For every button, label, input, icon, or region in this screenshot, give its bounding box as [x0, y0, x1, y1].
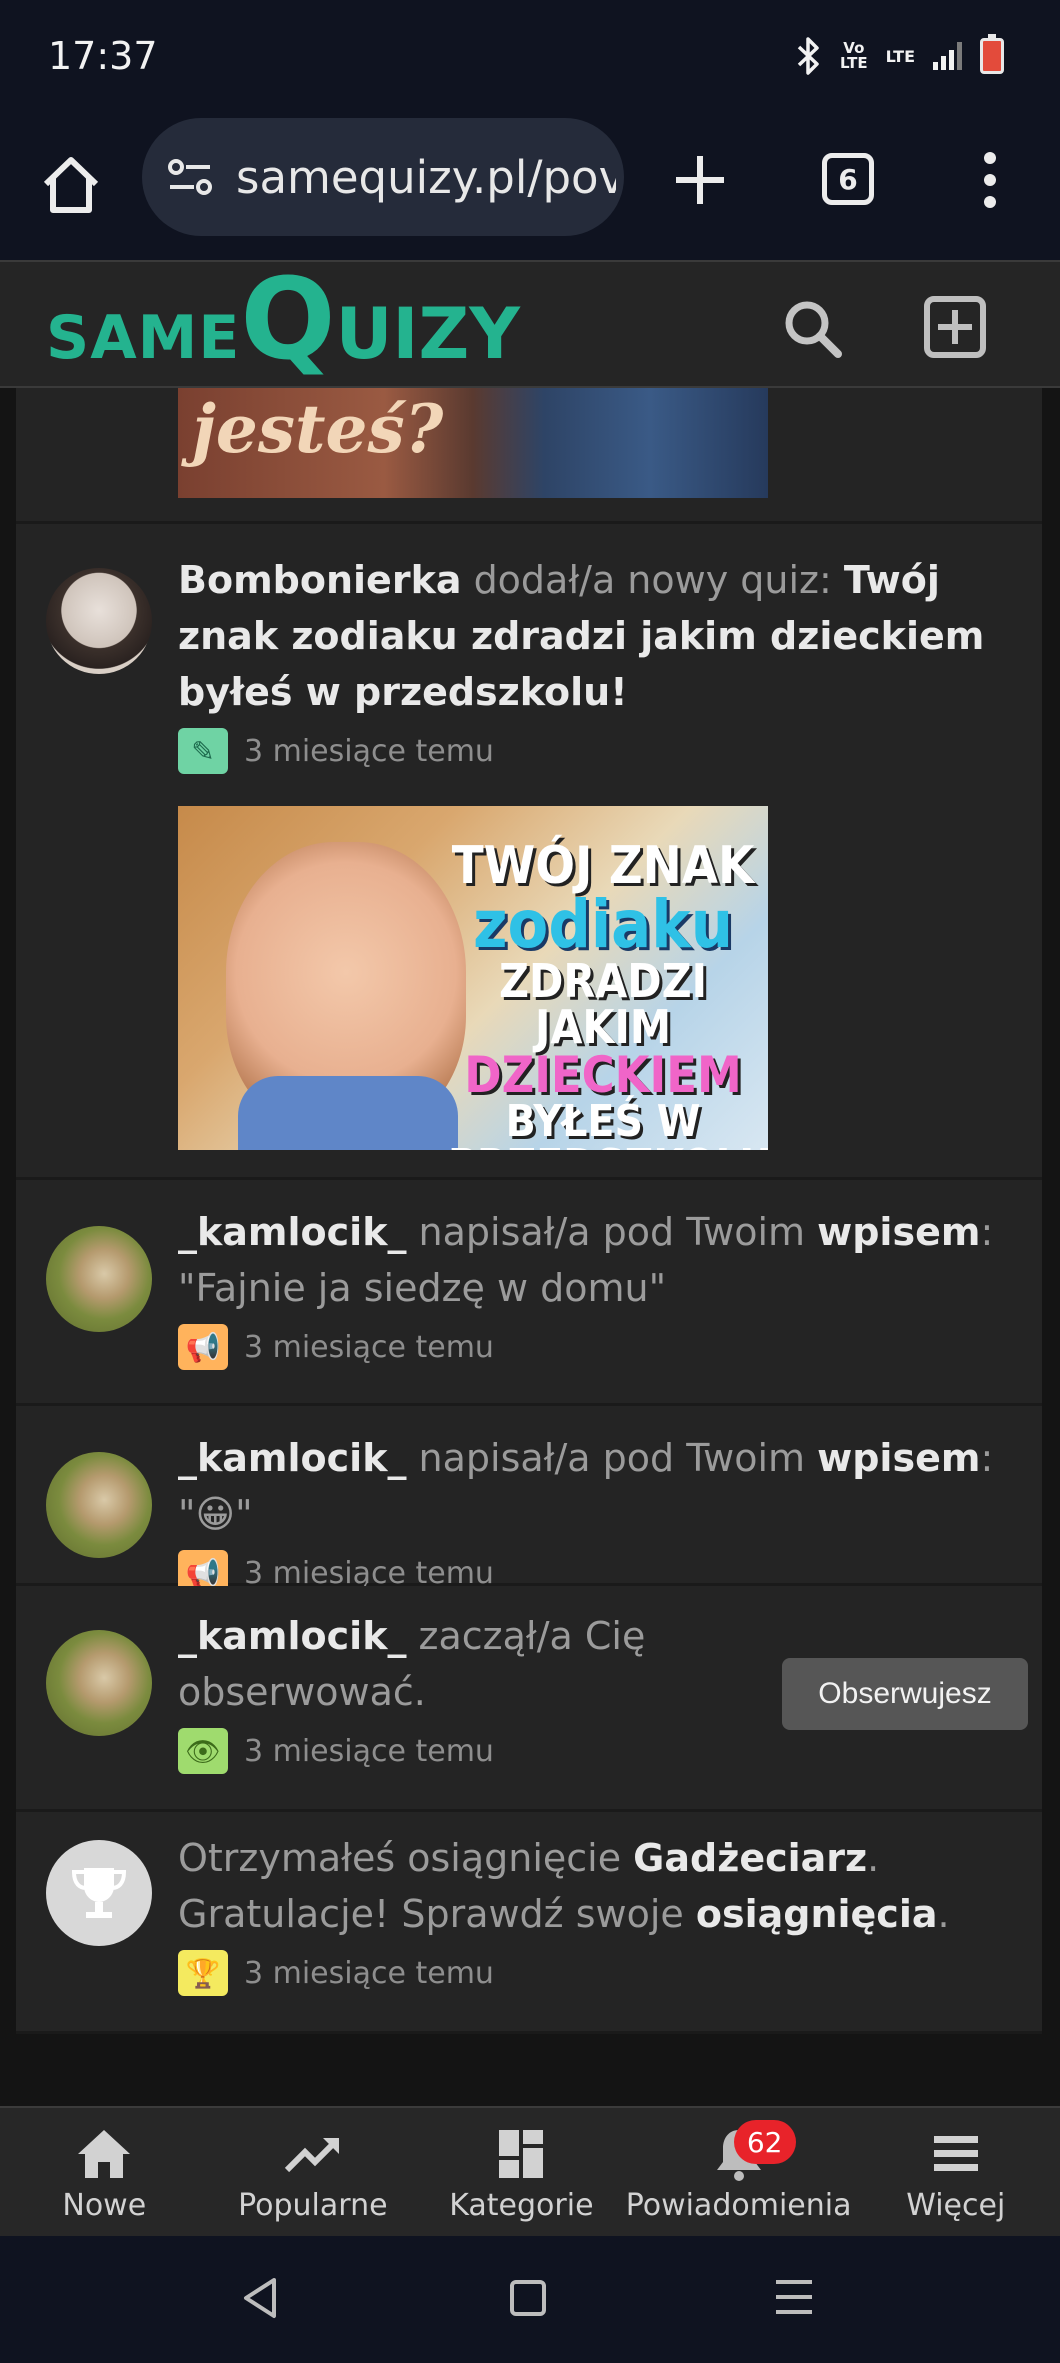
browser-toolbar: samequizy.pl/pov 6 [0, 112, 1060, 260]
list-item[interactable]: _kamlocik_ zaczął/a Cię obserwować. 👁 3 … [16, 1586, 1042, 1812]
samequizy-logo[interactable]: SAMEQUIZY [46, 264, 520, 376]
avatar[interactable] [46, 568, 152, 674]
nav-item-popularne[interactable]: Popularne [209, 2108, 418, 2236]
add-quiz-icon[interactable] [924, 296, 986, 358]
notifications-feed: jesteś? Bombonierka dodał/a nowy quiz: T… [16, 388, 1042, 2034]
avatar[interactable] [46, 1226, 152, 1332]
notification-text: Otrzymałeś osiągnięcie Gadżeciarz. Gratu… [178, 1836, 950, 1936]
avatar [46, 1840, 152, 1946]
user-link[interactable]: _kamlocik_ [178, 1614, 406, 1658]
url-bar[interactable]: samequizy.pl/pov [142, 118, 624, 236]
nav-item-powiadomienia[interactable]: 62 Powiadomienia [626, 2108, 851, 2236]
notification-text: _kamlocik_ napisał/a pod Twoim wpisem: "… [178, 1436, 994, 1536]
status-bar: 17:37 Vo LTE LTE [0, 0, 1060, 112]
trending-icon [284, 2138, 339, 2173]
timestamp: 3 miesiące temu [244, 733, 494, 769]
user-link[interactable]: Bombonierka [178, 558, 461, 602]
post-link[interactable]: wpisem [817, 1436, 980, 1480]
volte-icon: Vo LTE [840, 39, 868, 72]
notification-badge: 62 [733, 2120, 796, 2164]
lte-label: LTE [885, 46, 915, 66]
notification-text: Bombonierka dodał/a nowy quiz: Twój znak… [178, 558, 985, 714]
tab-switcher-button[interactable]: 6 [822, 153, 874, 205]
home-icon[interactable] [36, 150, 106, 220]
list-item[interactable]: jesteś? [16, 388, 1042, 524]
site-header: SAMEQUIZY [0, 260, 1060, 388]
quiz-thumbnail[interactable]: jesteś? [178, 388, 768, 498]
url-text: samequizy.pl/pov [236, 150, 616, 204]
signal-icon [933, 42, 962, 70]
recents-icon[interactable] [776, 2280, 812, 2325]
list-item[interactable]: _kamlocik_ napisał/a pod Twoim wpisem: "… [16, 1406, 1042, 1596]
status-icons: Vo LTE LTE [796, 34, 1004, 76]
home-square-icon[interactable] [510, 2280, 546, 2316]
timestamp: 3 miesiące temu [244, 1955, 494, 1991]
post-link[interactable]: wpisem [817, 1210, 980, 1254]
trophy-icon: 🏆 [178, 1950, 228, 1996]
edit-icon: ✎ [178, 728, 228, 774]
new-tab-icon[interactable] [668, 148, 732, 212]
nav-item-wiecej[interactable]: Więcej [851, 2108, 1060, 2236]
home-icon [78, 2130, 131, 2178]
list-item[interactable]: _kamlocik_ napisał/a pod Twoim wpisem: "… [16, 1180, 1042, 1406]
quiz-thumbnail[interactable]: TWÓJ ZNAK zodiaku ZDRADZI JAKIM DZIECKIE… [178, 806, 768, 1150]
achievements-link[interactable]: osiągnięcia [696, 1892, 938, 1936]
hamburger-icon [933, 2136, 978, 2171]
timestamp: 3 miesiące temu [244, 1329, 494, 1365]
nav-item-nowe[interactable]: Nowe [0, 2108, 209, 2236]
battery-icon [980, 34, 1004, 74]
back-icon[interactable] [240, 2276, 280, 2320]
more-options-icon[interactable] [980, 152, 1000, 212]
bluetooth-icon [797, 37, 819, 75]
megaphone-icon: 📢 [178, 1324, 228, 1370]
eye-icon: 👁 [178, 1728, 228, 1774]
user-link[interactable]: _kamlocik_ [178, 1436, 406, 1480]
site-settings-icon[interactable] [166, 153, 214, 201]
user-link[interactable]: _kamlocik_ [178, 1210, 406, 1254]
timestamp: 3 miesiące temu [244, 1733, 494, 1769]
bottom-navigation: Nowe Popularne Kategorie 62 Powiadomieni… [0, 2106, 1060, 2236]
notification-text: _kamlocik_ zaczął/a Cię obserwować. [178, 1614, 646, 1714]
avatar[interactable] [46, 1452, 152, 1558]
nav-item-kategorie[interactable]: Kategorie [417, 2108, 626, 2236]
system-navigation-bar [0, 2236, 1060, 2363]
search-icon[interactable] [780, 296, 844, 360]
list-item[interactable]: Otrzymałeś osiągnięcie Gadżeciarz. Gratu… [16, 1812, 1042, 2034]
avatar[interactable] [46, 1630, 152, 1736]
status-time: 17:37 [48, 34, 158, 78]
list-item[interactable]: Bombonierka dodał/a nowy quiz: Twój znak… [16, 524, 1042, 1180]
notification-text: _kamlocik_ napisał/a pod Twoim wpisem: "… [178, 1210, 994, 1310]
grid-icon [499, 2130, 544, 2178]
trophy-icon [71, 1868, 127, 1918]
achievement-name[interactable]: Gadżeciarz [633, 1836, 867, 1880]
following-button[interactable]: Obserwujesz [782, 1658, 1028, 1730]
